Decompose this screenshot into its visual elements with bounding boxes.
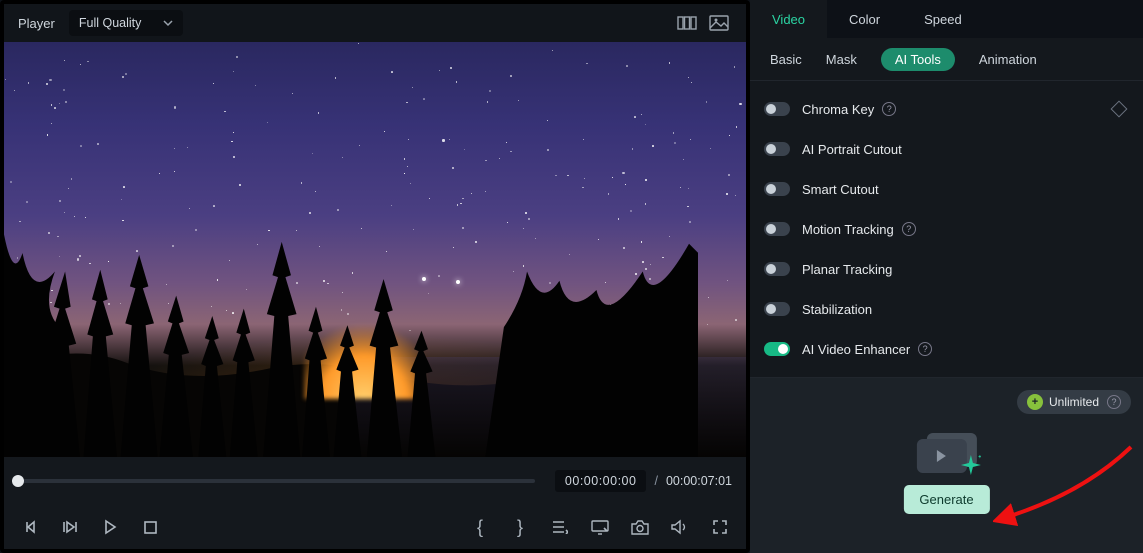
plus-icon: + <box>1027 394 1043 410</box>
help-icon[interactable]: ? <box>902 222 916 236</box>
toggle-ai-portrait-cutout[interactable] <box>764 142 790 156</box>
sub-tab-animation[interactable]: Animation <box>979 52 1037 67</box>
chevron-down-icon <box>163 18 173 28</box>
display-output-button[interactable] <box>588 515 612 539</box>
generate-button[interactable]: Generate <box>903 485 989 514</box>
tab-color[interactable]: Color <box>827 0 902 38</box>
unlimited-label: Unlimited <box>1049 395 1099 409</box>
snapshot-image-icon[interactable] <box>706 10 732 36</box>
timecode: 00:00:00:00 / 00:00:07:01 <box>555 470 732 492</box>
inspector-panel: Video Color Speed Basic Mask AI Tools An… <box>750 0 1143 553</box>
toggle-smart-cutout[interactable] <box>764 182 790 196</box>
player-title: Player <box>18 16 55 31</box>
play-button[interactable] <box>98 515 122 539</box>
option-label: AI Video Enhancer <box>802 342 910 357</box>
option-row-ai-portrait-cutout: AI Portrait Cutout <box>764 129 1129 169</box>
quality-value: Full Quality <box>79 16 142 30</box>
keyframe-diamond-icon[interactable] <box>1111 101 1128 118</box>
play-range-button[interactable] <box>58 515 82 539</box>
time-separator: / <box>654 474 657 488</box>
list-menu-button[interactable] <box>548 515 572 539</box>
compare-grid-icon[interactable] <box>674 10 700 36</box>
tab-video[interactable]: Video <box>750 0 827 38</box>
option-row-planar-tracking: Planar Tracking <box>764 249 1129 289</box>
mark-out-button[interactable]: } <box>508 515 532 539</box>
option-label: Smart Cutout <box>802 182 879 197</box>
annotation-arrow <box>993 443 1133 533</box>
option-row-motion-tracking: Motion Tracking? <box>764 209 1129 249</box>
sub-tab-ai-tools[interactable]: AI Tools <box>881 48 955 71</box>
generate-preview-icon <box>916 433 976 473</box>
playhead-dot[interactable] <box>12 475 24 487</box>
help-icon[interactable]: ? <box>882 102 896 116</box>
sub-tab-basic[interactable]: Basic <box>770 52 802 67</box>
prev-frame-button[interactable] <box>18 515 42 539</box>
fullscreen-button[interactable] <box>708 515 732 539</box>
inspector-tabs: Video Color Speed <box>750 0 1143 38</box>
tab-speed[interactable]: Speed <box>902 0 984 38</box>
quality-select[interactable]: Full Quality <box>69 10 184 36</box>
stop-button[interactable] <box>138 515 162 539</box>
option-label: Stabilization <box>802 302 872 317</box>
time-current[interactable]: 00:00:00:00 <box>555 470 647 492</box>
video-preview[interactable] <box>4 42 746 457</box>
unlimited-badge[interactable]: + Unlimited ? <box>1017 390 1131 414</box>
player-panel: Player Full Quality <box>0 0 750 553</box>
sparkle-icon <box>960 455 980 475</box>
toggle-chroma-key[interactable] <box>764 102 790 116</box>
time-total: 00:00:07:01 <box>666 474 732 488</box>
generate-area: + Unlimited ? Generate <box>750 377 1143 553</box>
help-icon[interactable]: ? <box>1107 395 1121 409</box>
option-label: AI Portrait Cutout <box>802 142 902 157</box>
toggle-motion-tracking[interactable] <box>764 222 790 236</box>
toggle-ai-video-enhancer[interactable] <box>764 342 790 356</box>
player-header: Player Full Quality <box>4 4 746 42</box>
mark-in-button[interactable]: { <box>468 515 492 539</box>
toggle-planar-tracking[interactable] <box>764 262 790 276</box>
sub-tab-mask[interactable]: Mask <box>826 52 857 67</box>
option-row-chroma-key: Chroma Key? <box>764 89 1129 129</box>
trees-silhouette <box>4 216 698 457</box>
scrub-track[interactable] <box>18 479 535 483</box>
inspector-sub-tabs: Basic Mask AI Tools Animation <box>750 38 1143 80</box>
option-row-stabilization: Stabilization <box>764 289 1129 329</box>
timeline-bar: 00:00:00:00 / 00:00:07:01 <box>4 457 746 505</box>
option-label: Motion Tracking <box>802 222 894 237</box>
toggle-stabilization[interactable] <box>764 302 790 316</box>
option-label: Planar Tracking <box>802 262 892 277</box>
option-row-ai-video-enhancer: AI Video Enhancer? <box>764 329 1129 369</box>
option-label: Chroma Key <box>802 102 874 117</box>
camera-snapshot-button[interactable] <box>628 515 652 539</box>
option-row-smart-cutout: Smart Cutout <box>764 169 1129 209</box>
volume-button[interactable] <box>668 515 692 539</box>
help-icon[interactable]: ? <box>918 342 932 356</box>
transport-controls: { } <box>4 505 746 549</box>
ai-tools-options: Chroma Key? AI Portrait Cutout Smart Cutou… <box>750 81 1143 377</box>
